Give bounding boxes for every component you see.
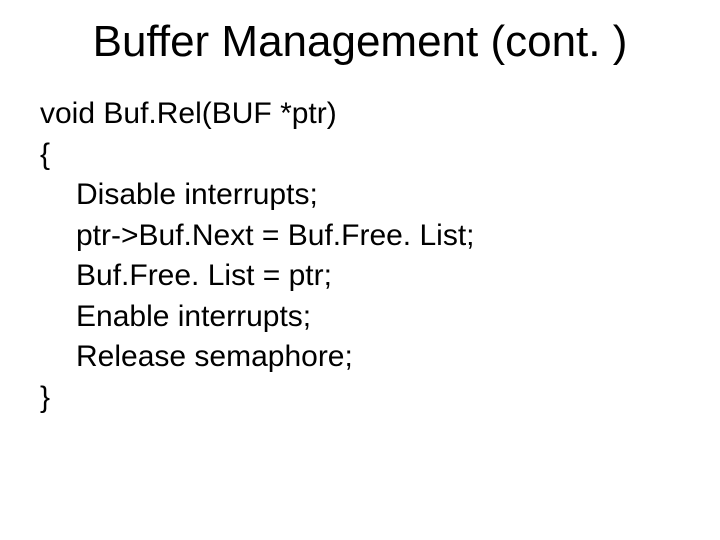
code-text: ptr->Buf.Next = Buf.Free. List; (40, 216, 475, 257)
code-text: Buf.Free. List = ptr; (40, 256, 332, 297)
code-line: { (40, 135, 680, 176)
code-line: } (40, 378, 680, 419)
code-line: void Buf.Rel(BUF *ptr) (40, 94, 680, 135)
code-line: Release semaphore; (40, 337, 680, 378)
code-line: Enable interrupts; (40, 297, 680, 338)
slide-title: Buffer Management (cont. ) (40, 18, 680, 66)
code-line: Disable interrupts; (40, 175, 680, 216)
code-block: void Buf.Rel(BUF *ptr) { Disable interru… (40, 94, 680, 418)
code-line: ptr->Buf.Next = Buf.Free. List; (40, 216, 680, 257)
code-text: Disable interrupts; (40, 175, 318, 216)
slide: Buffer Management (cont. ) void Buf.Rel(… (0, 0, 720, 540)
code-text: Release semaphore; (40, 337, 353, 378)
code-text: Enable interrupts; (40, 297, 311, 338)
code-line: Buf.Free. List = ptr; (40, 256, 680, 297)
